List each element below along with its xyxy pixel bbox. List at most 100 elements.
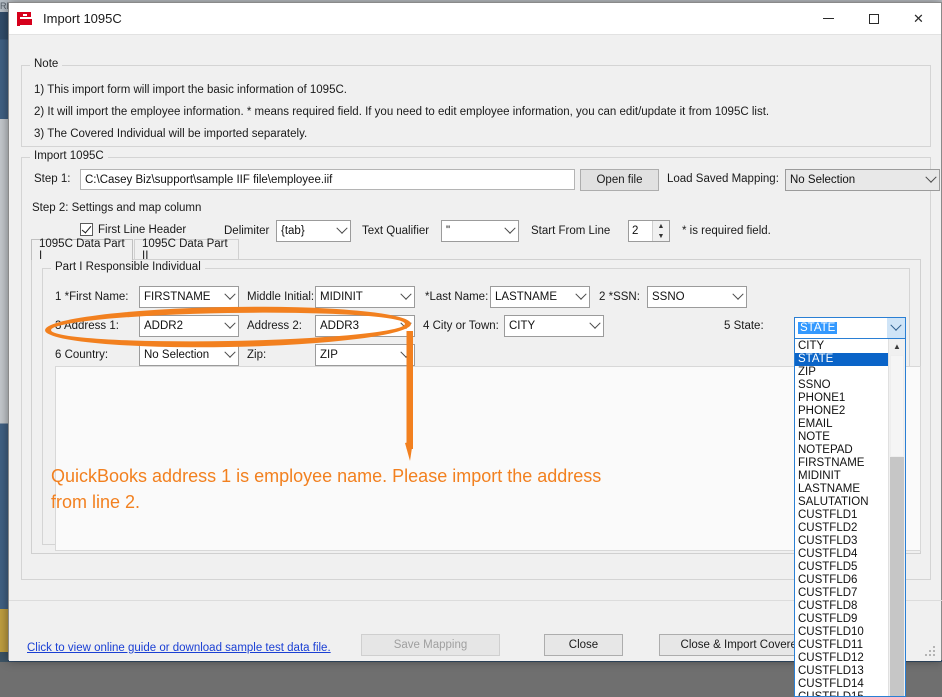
dropdown-option[interactable]: CUSTFLD10 [795,626,888,639]
spinner-buttons[interactable]: ▲ ▼ [652,221,669,241]
scroll-up-icon[interactable]: ▲ [889,339,905,354]
chevron-down-icon [572,293,589,301]
spinner-up-icon[interactable]: ▲ [653,221,669,231]
ssn-value: SSNO [648,291,729,303]
dropdown-scrollbar[interactable]: ▲ [888,339,905,696]
scrollbar-track[interactable] [890,457,904,696]
minimize-button[interactable] [806,3,851,34]
file-path-input[interactable] [80,169,575,190]
last-name-value: LASTNAME [491,291,572,303]
dropdown-option[interactable]: NOTEPAD [795,444,888,457]
save-mapping-button[interactable]: Save Mapping [361,634,500,656]
close-icon[interactable]: ✕ [896,3,941,34]
dropdown-option[interactable]: CUSTFLD9 [795,613,888,626]
dropdown-option[interactable]: MIDINIT [795,470,888,483]
dropdown-option[interactable]: CUSTFLD2 [795,522,888,535]
zip-label: Zip: [247,349,266,361]
delimiter-label: Delimiter [224,225,269,237]
tab-1095c-data-part-2[interactable]: 1095C Data Part II [134,239,239,260]
middle-initial-value: MIDINIT [316,291,397,303]
dropdown-option[interactable]: FIRSTNAME [795,457,888,470]
dropdown-option[interactable]: SSNO [795,379,888,392]
dropdown-option[interactable]: PHONE1 [795,392,888,405]
first-name-value: FIRSTNAME [140,291,221,303]
country-select[interactable]: No Selection [139,344,239,366]
last-name-select[interactable]: LASTNAME [490,286,590,308]
dropdown-option[interactable]: CUSTFLD13 [795,665,888,678]
text-qualifier-label: Text Qualifier [362,225,429,237]
dropdown-option[interactable]: CUSTFLD14 [795,678,888,691]
title-bar: Import 1095C ✕ [9,3,941,35]
dropdown-options[interactable]: CITYSTATEZIPSSNOPHONE1PHONE2EMAILNOTENOT… [795,339,888,696]
ssn-label: 2 *SSN: [599,291,640,303]
load-saved-mapping-select[interactable]: No Selection [785,169,940,191]
dropdown-option[interactable]: CUSTFLD1 [795,509,888,522]
required-field-note: * is required field. [682,225,771,237]
printer-icon [17,11,35,27]
background-browser-edge [0,0,8,662]
maximize-button[interactable] [851,3,896,34]
dropdown-option[interactable]: CITY [795,340,888,353]
dropdown-option[interactable]: LASTNAME [795,483,888,496]
dropdown-option[interactable]: CUSTFLD7 [795,587,888,600]
close-button[interactable]: Close [544,634,623,656]
state-combo-box[interactable]: STATE [794,317,906,339]
note-group: Note 1) This import form will import the… [21,65,931,147]
dropdown-option[interactable]: CUSTFLD4 [795,548,888,561]
country-value: No Selection [140,349,221,361]
tab-1095c-data-part-1[interactable]: 1095C Data Part I [31,239,133,260]
last-name-label: *Last Name: [425,291,488,303]
text-qualifier-value: " [442,225,501,237]
step1-label: Step 1: [34,173,70,185]
chevron-down-icon[interactable] [887,318,905,338]
first-name-select[interactable]: FIRSTNAME [139,286,239,308]
city-value: CITY [505,320,586,332]
first-line-header-checkbox[interactable]: First Line Header [80,223,186,236]
delimiter-value: {tab} [277,225,333,237]
window-title: Import 1095C [43,11,122,26]
chevron-down-icon [221,351,238,359]
dropdown-option[interactable]: CUSTFLD5 [795,561,888,574]
dropdown-option[interactable]: PHONE2 [795,405,888,418]
window-controls: ✕ [806,3,941,34]
dropdown-option[interactable]: ZIP [795,366,888,379]
start-from-line-value: 2 [629,225,652,237]
start-from-line-label: Start From Line [531,225,610,237]
chevron-down-icon [501,227,518,235]
note-line-2: 2) It will import the employee informati… [34,106,769,118]
annotation-arrow-icon [399,327,413,462]
dropdown-option[interactable]: CUSTFLD8 [795,600,888,613]
dropdown-option[interactable]: CUSTFLD12 [795,652,888,665]
dropdown-option[interactable]: CUSTFLD15 [795,691,888,696]
import-1095c-window: Import 1095C ✕ Note 1) This import form … [8,2,942,660]
state-dropdown-list[interactable]: CITYSTATEZIPSSNOPHONE1PHONE2EMAILNOTENOT… [794,339,906,697]
checkbox-checked-icon [80,223,93,236]
city-label: 4 City or Town: [423,320,499,332]
state-selected-value: STATE [798,322,837,334]
scrollbar-thumb[interactable] [890,355,904,457]
dropdown-option[interactable]: CUSTFLD11 [795,639,888,652]
chevron-down-icon [397,293,414,301]
middle-initial-select[interactable]: MIDINIT [315,286,415,308]
dropdown-option[interactable]: CUSTFLD3 [795,535,888,548]
chevron-down-icon [922,176,939,184]
step2-label: Step 2: Settings and map column [32,202,201,214]
zip-value: ZIP [316,349,397,361]
dropdown-option[interactable]: EMAIL [795,418,888,431]
city-select[interactable]: CITY [504,315,604,337]
part1-group-caption: Part I Responsible Individual [51,261,205,273]
ssn-select[interactable]: SSNO [647,286,747,308]
note-group-caption: Note [30,58,62,70]
dropdown-option[interactable]: SALUTATION [795,496,888,509]
resize-grip-icon[interactable] [925,646,937,658]
dropdown-option[interactable]: CUSTFLD6 [795,574,888,587]
dropdown-option[interactable]: NOTE [795,431,888,444]
state-label: 5 State: [724,320,764,332]
middle-initial-label: Middle Initial: [247,291,314,303]
chevron-down-icon [729,293,746,301]
state-dropdown[interactable]: STATE CITYSTATEZIPSSNOPHONE1PHONE2EMAILN… [794,317,906,697]
open-file-button[interactable]: Open file [580,169,659,191]
online-guide-link[interactable]: Click to view online guide or download s… [27,642,331,654]
preview-panel [55,366,921,551]
dropdown-option[interactable]: STATE [795,353,888,366]
